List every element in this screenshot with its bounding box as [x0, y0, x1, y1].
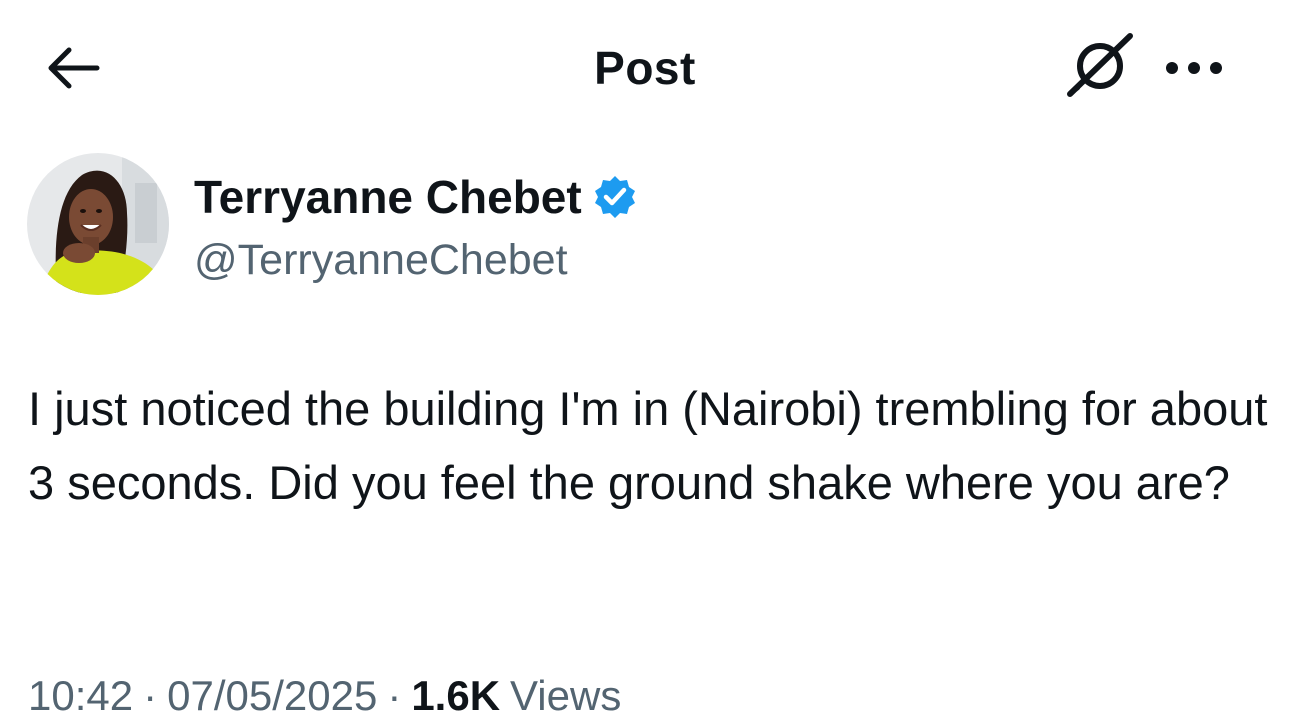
separator-dot: · — [143, 672, 158, 719]
post-text: I just noticed the building I'm in (Nair… — [28, 382, 1281, 509]
post-author: Terryanne Chebet @TerryanneChebet — [27, 153, 727, 298]
author-display-name[interactable]: Terryanne Chebet — [194, 169, 582, 225]
post-time[interactable]: 10:42 — [28, 672, 133, 719]
top-navigation-bar: Post — [0, 0, 1290, 134]
avatar-image — [27, 153, 169, 295]
separator-dot: · — [387, 672, 402, 719]
more-horizontal-icon — [1166, 62, 1222, 74]
more-options-button[interactable] — [1158, 38, 1230, 98]
grok-button[interactable] — [1060, 30, 1140, 102]
grok-icon — [1067, 33, 1133, 97]
views-label[interactable]: Views — [510, 672, 621, 719]
post-metadata: 10:42 · 07/05/2025 · 1.6K Views — [28, 668, 621, 724]
author-handle[interactable]: @TerryanneChebet — [194, 233, 568, 287]
verified-badge-icon[interactable] — [590, 172, 640, 222]
avatar[interactable] — [27, 153, 169, 295]
views-count[interactable]: 1.6K — [411, 672, 500, 719]
display-name-row: Terryanne Chebet — [194, 169, 640, 225]
post-date[interactable]: 07/05/2025 — [167, 672, 377, 719]
